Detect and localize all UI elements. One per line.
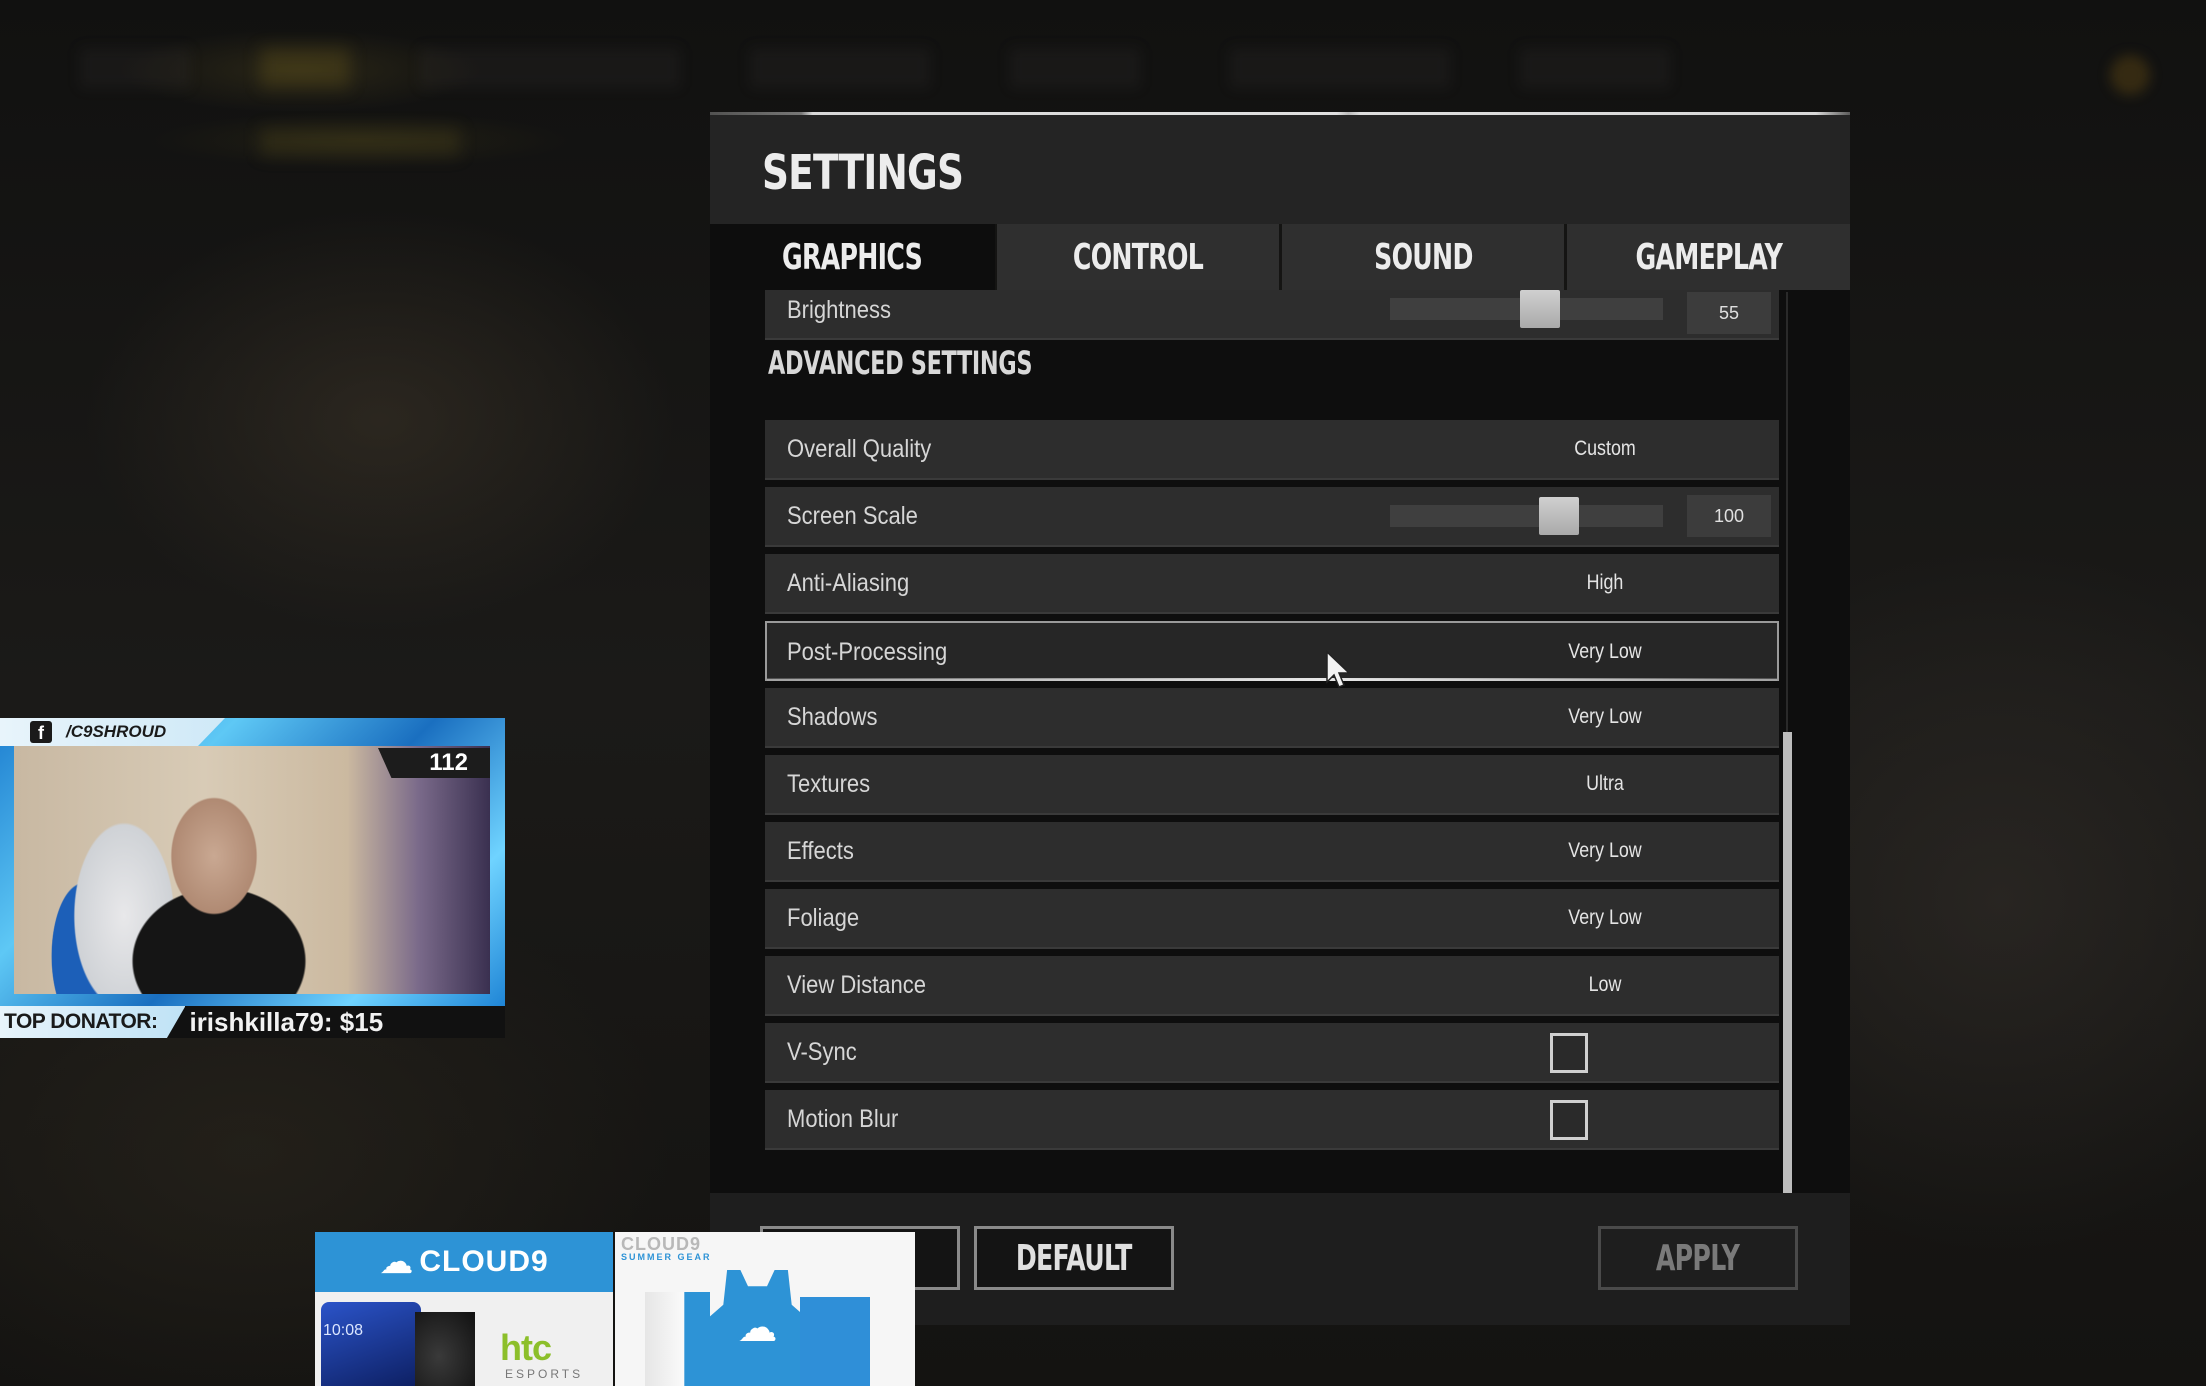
cloud9-logo-icon: ☁ (379, 1243, 414, 1281)
setting-label: Shadows (787, 703, 878, 731)
webcam-overlay: f /C9SHROUD 112 TOP DONATOR: irishkilla7… (0, 718, 505, 1038)
advanced-settings-header: ADVANCED SETTINGS (768, 344, 1033, 382)
background-nav-item (1520, 48, 1670, 88)
settings-panel: SETTINGS GRAPHICS CONTROL SOUND GAMEPLAY… (710, 112, 1850, 1325)
brightness-slider[interactable] (1390, 290, 1663, 328)
top-donator-value: irishkilla79: $15 (189, 1006, 384, 1037)
motion-blur-checkbox[interactable] (1550, 1100, 1588, 1140)
setting-label: Post-Processing (787, 638, 948, 666)
default-button[interactable]: DEFAULT (974, 1226, 1174, 1290)
tab-label: GRAPHICS (782, 236, 923, 278)
settings-list: Brightness 55 ADVANCED SETTINGS Overall … (710, 290, 1850, 1193)
setting-value[interactable]: High (1520, 554, 1690, 612)
setting-row-v-sync: V-Sync (765, 1023, 1779, 1083)
screen-scale-slider[interactable] (1390, 497, 1663, 535)
brightness-value[interactable]: 55 (1687, 292, 1771, 334)
setting-row-textures[interactable]: Textures Ultra (765, 755, 1779, 815)
background-nav-item (750, 48, 930, 88)
button-label: APPLY (1656, 1237, 1740, 1279)
cloud9-jersey-logo-icon: ☁ (737, 1306, 778, 1350)
setting-label: V-Sync (787, 1038, 857, 1066)
white-shorts-image (645, 1292, 710, 1386)
vr-headset-image (415, 1312, 475, 1386)
setting-row-shadows[interactable]: Shadows Very Low (765, 688, 1779, 748)
setting-row-motion-blur: Motion Blur (765, 1090, 1779, 1150)
slider-thumb[interactable] (1520, 290, 1560, 328)
tab-label: SOUND (1373, 236, 1473, 278)
cloud9-logo-bar: ☁ CLOUD9 (315, 1232, 613, 1292)
setting-label: Anti-Aliasing (787, 569, 910, 597)
setting-row-overall-quality[interactable]: Overall Quality Custom (765, 420, 1779, 480)
setting-label: Motion Blur (787, 1105, 899, 1133)
tab-gameplay[interactable]: GAMEPLAY (1567, 224, 1850, 290)
apply-button[interactable]: APPLY (1598, 1226, 1798, 1290)
viewer-count-badge: 112 (378, 748, 490, 778)
jersey-image: ☁ (710, 1270, 805, 1386)
phone-time: 10:08 (323, 1322, 364, 1339)
tab-sound[interactable]: SOUND (1282, 224, 1564, 290)
setting-label: Screen Scale (787, 502, 918, 530)
background-nav-item-active (260, 48, 350, 88)
background-nav-item (80, 48, 190, 88)
background-subnav-item (260, 128, 460, 156)
button-label: DEFAULT (1016, 1237, 1133, 1279)
setting-label: Textures (787, 770, 871, 798)
setting-label: View Distance (787, 971, 926, 999)
setting-row-view-distance[interactable]: View Distance Low (765, 956, 1779, 1016)
tab-label: GAMEPLAY (1635, 236, 1782, 278)
setting-label: Brightness (787, 296, 891, 324)
htc-logo: htc (500, 1327, 552, 1368)
setting-row-foliage[interactable]: Foliage Very Low (765, 889, 1779, 949)
htc-esports-text: ESPORTS (505, 1367, 584, 1381)
setting-row-brightness: Brightness 55 (765, 290, 1779, 340)
webcam-video (14, 746, 490, 994)
settings-tabs: GRAPHICS CONTROL SOUND GAMEPLAY (710, 224, 1850, 290)
facebook-icon: f (30, 721, 52, 743)
setting-label: Overall Quality (787, 435, 932, 463)
scrollbar-thumb[interactable] (1783, 732, 1792, 1193)
setting-value[interactable]: Very Low (1520, 822, 1690, 880)
tab-graphics[interactable]: GRAPHICS (710, 224, 995, 290)
v-sync-checkbox[interactable] (1550, 1033, 1588, 1073)
screen-scale-value[interactable]: 100 (1687, 495, 1771, 537)
gear-subtitle: SUMMER GEAR (621, 1252, 712, 1262)
tab-label: CONTROL (1072, 236, 1204, 278)
setting-row-anti-aliasing[interactable]: Anti-Aliasing High (765, 554, 1779, 614)
setting-value[interactable]: Low (1520, 956, 1690, 1014)
cloud9-logo-text: CLOUD9 (419, 1245, 549, 1278)
background-currency-icon (2110, 55, 2150, 95)
background-nav-item (420, 48, 680, 88)
social-handle: /C9SHROUD (66, 722, 167, 741)
setting-label: Foliage (787, 904, 860, 932)
blue-shorts-image (800, 1297, 870, 1386)
top-donator-bar: TOP DONATOR: irishkilla79: $15 (0, 1006, 505, 1038)
setting-value[interactable]: Very Low (1520, 688, 1690, 746)
setting-label: Effects (787, 837, 854, 865)
slider-thumb[interactable] (1539, 497, 1579, 535)
htc-ad-panel: ☁ CLOUD9 10:08 htc ESPORTS (315, 1232, 613, 1386)
panel-header: SETTINGS (710, 115, 1850, 224)
tab-control[interactable]: CONTROL (997, 224, 1279, 290)
background-nav-item (1010, 48, 1140, 88)
mouse-cursor-icon (1326, 650, 1351, 688)
setting-value[interactable]: Very Low (1520, 889, 1690, 947)
summer-gear-ad-panel: CLOUD9 SUMMER GEAR ☁ (615, 1232, 915, 1386)
phone-image: 10:08 (321, 1302, 421, 1386)
setting-row-effects[interactable]: Effects Very Low (765, 822, 1779, 882)
setting-value[interactable]: Very Low (1520, 623, 1690, 681)
background-nav-item (1230, 48, 1450, 88)
setting-row-post-processing[interactable]: Post-Processing Very Low (765, 621, 1779, 681)
setting-value[interactable]: Ultra (1520, 755, 1690, 813)
top-donator-label: TOP DONATOR: (0, 1006, 186, 1038)
setting-value[interactable]: Custom (1520, 420, 1690, 478)
social-handle-bar: f /C9SHROUD (0, 718, 225, 746)
sponsor-ad-banner: ☁ CLOUD9 10:08 htc ESPORTS CLOUD9 SUMMER… (315, 1232, 915, 1386)
page-title: SETTINGS (762, 145, 964, 201)
setting-row-screen-scale: Screen Scale 100 (765, 487, 1779, 547)
